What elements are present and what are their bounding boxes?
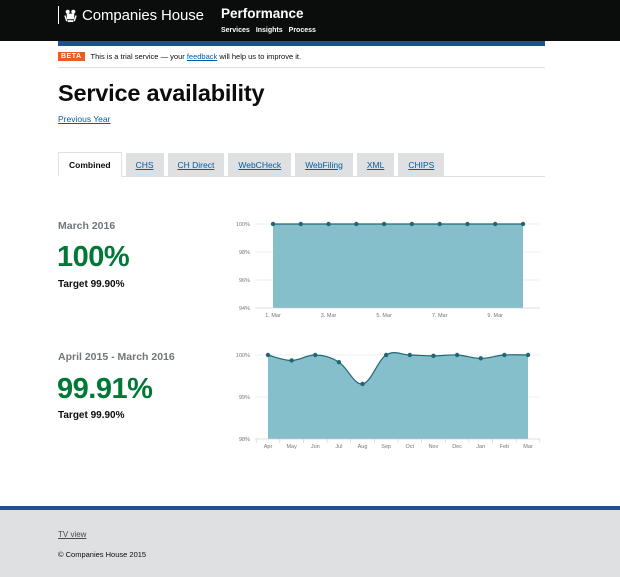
tab-xml[interactable]: XML — [356, 153, 395, 176]
data-point — [465, 221, 470, 227]
x-tick-label: Mar — [523, 444, 533, 450]
availability-area — [273, 224, 523, 308]
data-point — [454, 352, 460, 358]
data-point — [493, 221, 498, 227]
y-tick-label: 99% — [239, 395, 250, 401]
data-point — [298, 221, 303, 227]
y-tick-label: 94% — [239, 306, 250, 312]
availability-area — [268, 352, 528, 439]
x-tick-label: 9. Mar — [487, 313, 503, 319]
data-point — [437, 221, 442, 227]
data-point — [289, 358, 294, 363]
data-point — [360, 381, 365, 387]
nav-insights[interactable]: Insights — [256, 27, 283, 34]
companies-house-logo[interactable]: Companies House — [58, 6, 204, 24]
data-point — [270, 221, 276, 227]
data-point — [313, 352, 318, 358]
y-tick-label: 98% — [239, 437, 250, 443]
availability-value: 100% — [57, 241, 130, 273]
yearly-availability-chart: 98% 99% 100% Apr May Jun Jul Aug Sep Oct Nov Dec Jan… — [236, 352, 541, 450]
target-label: Target 99.90% — [58, 410, 125, 421]
x-tick-label: Aug — [358, 444, 368, 450]
x-tick-label: Apr — [264, 444, 273, 450]
data-point — [525, 352, 531, 358]
period-label: March 2016 — [58, 220, 116, 232]
data-point — [407, 352, 413, 358]
header-nav: Services Insights Process — [221, 27, 316, 34]
x-tick-label: Oct — [406, 444, 415, 450]
tab-webfiling[interactable]: WebFiling — [295, 153, 353, 176]
service-tabs: Combined CHS CH Direct WebCHeck WebFilin… — [58, 152, 545, 177]
beta-text-after: will help us to improve it. — [217, 52, 302, 61]
previous-year-link[interactable]: Previous Year — [58, 114, 110, 124]
period-label: April 2015 - March 2016 — [58, 351, 175, 363]
logo-text: Companies House — [82, 6, 204, 24]
tv-view-link[interactable]: TV view — [58, 530, 86, 539]
x-tick-label: 3. Mar — [321, 313, 337, 319]
availability-value: 99.91% — [57, 373, 153, 405]
data-point — [326, 221, 331, 227]
data-point — [354, 221, 359, 227]
tab-combined[interactable]: Combined — [58, 152, 122, 177]
tab-webcheck[interactable]: WebCHeck — [228, 153, 292, 176]
tab-chs[interactable]: CHS — [125, 153, 164, 176]
x-tick-label: Jun — [311, 444, 320, 450]
monthly-availability-chart: 94% 96% 98% 100% 1. Mar 3. Mar 5. Mar 7. Mar 9. … — [236, 221, 540, 319]
x-tick-label: Jul — [335, 444, 342, 450]
target-label: Target 99.90% — [58, 279, 125, 290]
x-tick-label: Feb — [500, 444, 509, 450]
site-footer — [0, 510, 620, 577]
x-tick-label: 1. Mar — [265, 313, 281, 319]
y-tick-label: 100% — [236, 353, 250, 359]
data-point — [383, 352, 389, 358]
feedback-link[interactable]: feedback — [187, 52, 217, 61]
service-name[interactable]: Performance — [221, 6, 304, 21]
beta-banner: BETA This is a trial service — your feed… — [58, 52, 301, 61]
nav-process[interactable]: Process — [289, 27, 316, 34]
data-point — [265, 352, 271, 358]
x-tick-label: May — [286, 444, 297, 450]
header-accent-bar — [58, 41, 545, 46]
y-tick-label: 100% — [236, 222, 250, 228]
y-tick-label: 96% — [239, 278, 250, 284]
data-point — [381, 221, 387, 227]
x-tick-label: Dec — [452, 444, 462, 450]
divider — [58, 67, 545, 68]
beta-message: This is a trial service — your feedback … — [91, 52, 302, 61]
data-point — [502, 352, 507, 358]
data-point — [431, 353, 436, 359]
copyright: © Companies House 2015 — [58, 550, 147, 559]
x-tick-label: Nov — [429, 444, 439, 450]
data-point — [520, 221, 526, 227]
tab-ch-direct[interactable]: CH Direct — [167, 153, 225, 176]
data-point — [409, 221, 415, 227]
x-tick-label: 7. Mar — [432, 313, 448, 319]
x-tick-label: 5. Mar — [376, 313, 392, 319]
x-tick-label: Jan — [476, 444, 485, 450]
royal-crest-icon — [64, 9, 77, 22]
beta-tag: BETA — [58, 52, 85, 61]
beta-text-before: This is a trial service — your — [90, 52, 187, 61]
tab-chips[interactable]: CHIPS — [398, 153, 445, 176]
data-point — [478, 356, 483, 361]
nav-services[interactable]: Services — [221, 27, 250, 34]
y-tick-label: 98% — [239, 250, 250, 256]
x-tick-label: Sep — [381, 444, 391, 450]
page-title: Service availability — [58, 80, 265, 106]
site-header: Companies House Performance Services Ins… — [0, 0, 620, 41]
data-point — [336, 359, 342, 365]
